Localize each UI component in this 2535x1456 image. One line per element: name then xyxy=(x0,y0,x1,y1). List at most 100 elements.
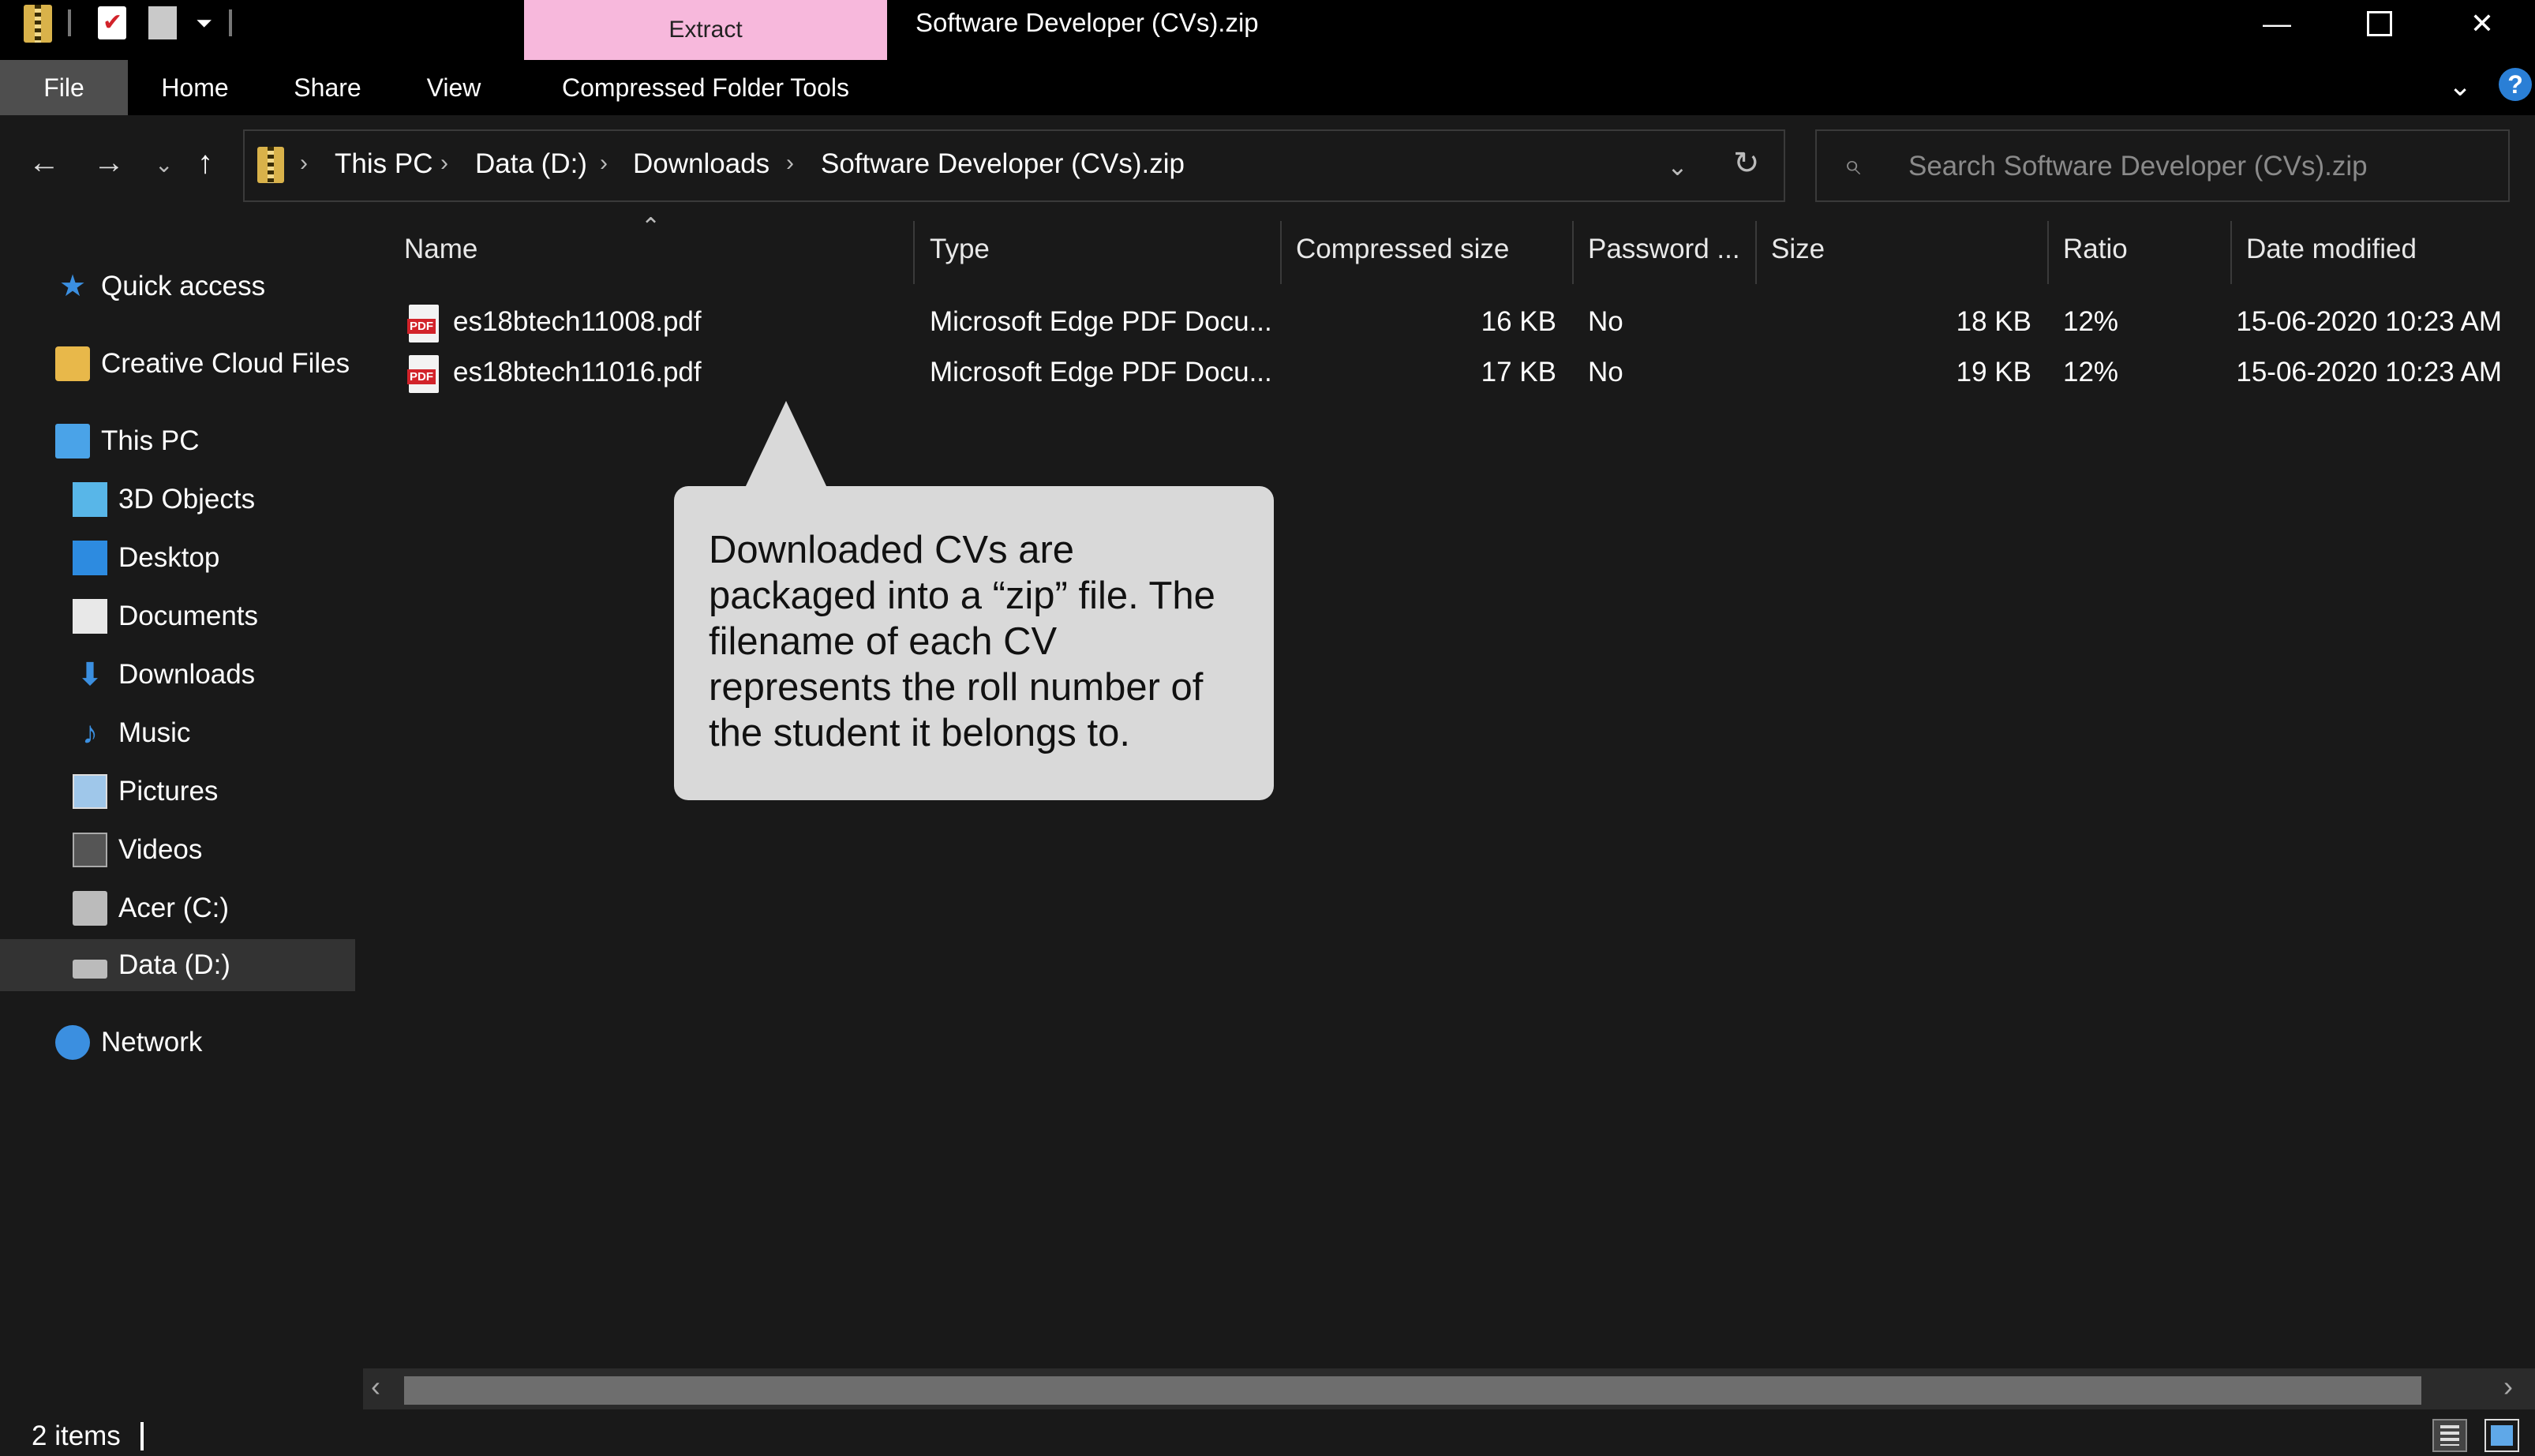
column-header-name[interactable]: Name xyxy=(404,234,477,265)
creative-cloud-icon xyxy=(55,346,90,381)
table-row[interactable] xyxy=(395,352,2526,398)
picture-icon xyxy=(73,774,107,809)
forward-arrow-icon[interactable]: → xyxy=(93,145,125,181)
sort-ascending-icon: ⌃ xyxy=(641,214,661,240)
address-history-chevron-icon[interactable]: ⌄ xyxy=(1667,152,1688,182)
sidebar-item-label: Music xyxy=(118,717,191,748)
refresh-icon[interactable]: ↻ xyxy=(1733,145,1760,182)
help-icon[interactable]: ? xyxy=(2499,68,2532,101)
breadcrumb-chevron-icon: › xyxy=(440,150,448,176)
column-header-date-modified[interactable]: Date modified xyxy=(2246,234,2417,265)
tab-home[interactable]: Home xyxy=(136,60,254,115)
column-header-password[interactable]: Password ... xyxy=(1588,234,1740,265)
tab-compressed-folder-tools[interactable]: Compressed Folder Tools xyxy=(524,60,887,115)
sidebar-item-label: Documents xyxy=(118,601,259,631)
sidebar-item[interactable]: Data (D:) xyxy=(0,939,355,991)
compressed-size-cell: 17 KB xyxy=(1481,357,1556,387)
column-header-compressed-size[interactable]: Compressed size xyxy=(1296,234,1509,265)
compressed-size-cell: 16 KB xyxy=(1481,306,1556,337)
scroll-right-arrow-icon[interactable]: › xyxy=(2503,1370,2513,1403)
new-folder-icon[interactable] xyxy=(148,6,177,39)
column-divider[interactable] xyxy=(2230,221,2232,284)
status-divider xyxy=(140,1422,144,1450)
breadcrumb-this-pc[interactable]: This PC xyxy=(335,148,432,180)
column-header-type[interactable]: Type xyxy=(930,234,990,265)
sidebar-item[interactable]: Desktop xyxy=(0,532,355,584)
window-title: Software Developer (CVs).zip xyxy=(916,8,1259,37)
sidebar-item[interactable]: This PC xyxy=(0,415,355,467)
sidebar-item[interactable]: Network xyxy=(0,1016,355,1069)
column-header-size[interactable]: Size xyxy=(1771,234,1825,265)
search-input[interactable] xyxy=(1907,140,2494,193)
download-arrow-icon: ⬇ xyxy=(77,657,103,692)
details-view-icon[interactable] xyxy=(2432,1419,2467,1452)
computer-icon xyxy=(55,424,90,459)
pdf-file-icon xyxy=(407,355,439,393)
sidebar-item[interactable]: Acer (C:) xyxy=(0,882,355,934)
sidebar-item[interactable]: ♪ Music xyxy=(0,707,355,759)
sidebar-item[interactable]: ★ Quick access xyxy=(0,260,355,313)
breadcrumb-data-d[interactable]: Data (D:) xyxy=(475,148,587,180)
minimize-button[interactable]: — xyxy=(2226,0,2328,47)
column-header-ratio[interactable]: Ratio xyxy=(2063,234,2128,265)
customize-quick-access-chevron-icon[interactable]: ⏷ xyxy=(196,11,212,36)
column-divider[interactable] xyxy=(1755,221,1757,284)
password-cell: No xyxy=(1588,306,1623,337)
toolbar-divider xyxy=(68,9,71,36)
sidebar-item-label: Creative Cloud Files xyxy=(101,348,350,379)
breadcrumb-downloads[interactable]: Downloads xyxy=(633,148,769,180)
sidebar-item-label: Pictures xyxy=(118,776,219,807)
column-divider[interactable] xyxy=(913,221,915,284)
scroll-left-arrow-icon[interactable]: ‹ xyxy=(371,1370,380,1403)
table-row[interactable] xyxy=(395,301,2526,347)
maximize-icon xyxy=(2367,11,2392,36)
pdf-file-icon xyxy=(407,305,439,342)
sidebar-item-label: Network xyxy=(101,1027,203,1057)
breadcrumb-chevron-icon: › xyxy=(786,150,794,176)
sidebar-item[interactable]: Creative Cloud Files xyxy=(0,338,355,390)
recent-locations-chevron-icon[interactable]: ⌄ xyxy=(155,152,173,178)
properties-icon[interactable] xyxy=(98,6,126,39)
network-icon xyxy=(55,1025,90,1060)
file-type-cell: Microsoft Edge PDF Docu... xyxy=(930,306,1272,337)
sidebar-item-label: Videos xyxy=(118,834,203,865)
sidebar-item-label: This PC xyxy=(101,425,200,456)
column-divider[interactable] xyxy=(2047,221,2049,284)
extract-contextual-tab[interactable]: Extract xyxy=(524,0,887,60)
sidebar-item[interactable]: Documents xyxy=(0,590,355,642)
film-icon xyxy=(73,833,107,867)
date-modified-cell: 15-06-2020 10:23 AM xyxy=(2236,306,2502,337)
item-count: 2 items xyxy=(32,1420,121,1451)
password-cell: No xyxy=(1588,357,1623,387)
sidebar-item[interactable]: Pictures xyxy=(0,765,355,818)
tab-view[interactable]: View xyxy=(395,60,513,115)
close-button[interactable]: ✕ xyxy=(2431,0,2533,47)
windows-drive-icon xyxy=(73,891,107,926)
sidebar-item-label: 3D Objects xyxy=(118,484,256,515)
file-name-cell: es18btech11008.pdf xyxy=(453,306,702,337)
tab-share[interactable]: Share xyxy=(268,60,387,115)
search-icon: ⌕ xyxy=(1844,148,1861,182)
breadcrumb-chevron-icon: › xyxy=(300,150,308,176)
large-icons-view-icon[interactable] xyxy=(2484,1419,2519,1452)
file-name-cell: es18btech11016.pdf xyxy=(453,357,702,387)
document-icon xyxy=(73,599,107,634)
cube-icon xyxy=(73,482,107,517)
ratio-cell: 12% xyxy=(2063,357,2119,387)
star-icon: ★ xyxy=(58,270,87,303)
sidebar-item-label: Acer (C:) xyxy=(118,893,229,923)
back-arrow-icon[interactable]: ← xyxy=(28,145,60,181)
breadcrumb-zip-file[interactable]: Software Developer (CVs).zip xyxy=(821,148,1185,180)
up-arrow-icon[interactable]: ↑ xyxy=(197,145,213,181)
scrollbar-thumb[interactable] xyxy=(404,1376,2421,1405)
sidebar-item[interactable]: ⬇ Downloads xyxy=(0,649,355,701)
expand-ribbon-chevron-icon[interactable]: ⌄ xyxy=(2448,69,2472,103)
column-divider[interactable] xyxy=(1572,221,1574,284)
sidebar-item[interactable]: Videos xyxy=(0,824,355,876)
sidebar-item[interactable]: 3D Objects xyxy=(0,473,355,526)
size-cell: 18 KB xyxy=(1956,306,2031,337)
column-divider[interactable] xyxy=(1280,221,1282,284)
maximize-button[interactable] xyxy=(2328,0,2431,47)
tab-file[interactable]: File xyxy=(0,60,128,115)
callout-pointer xyxy=(745,401,827,488)
